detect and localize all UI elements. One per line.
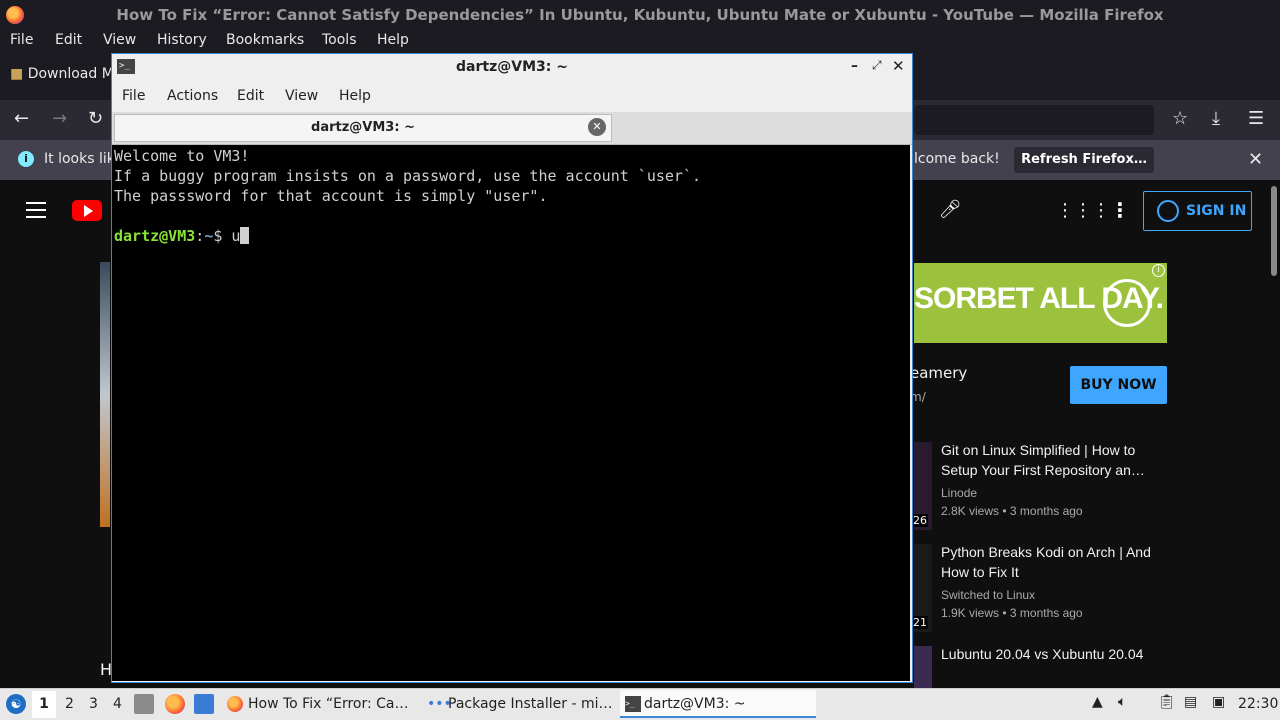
terminal-line: Welcome to VM3! — [114, 147, 250, 165]
rec-title[interactable]: Python Breaks Kodi on Arch | And How to … — [941, 542, 1151, 582]
refresh-firefox-button[interactable]: Refresh Firefox… — [1014, 147, 1154, 173]
updates-icon[interactable]: ▣ — [1212, 694, 1225, 710]
menu-file[interactable]: File — [10, 32, 33, 48]
start-menu-icon[interactable]: ☯ — [6, 694, 26, 714]
rec-channel[interactable]: Switched to Linux — [941, 588, 1035, 602]
ad-info-icon[interactable]: i — [1152, 264, 1165, 277]
term-menu-view[interactable]: View — [285, 88, 318, 104]
terminal-icon: >_ — [625, 696, 641, 712]
workspace-3[interactable]: 3 — [89, 696, 98, 712]
infobar-text: It looks lik — [44, 151, 115, 167]
task-label: dartz@VM3: ~ — [644, 696, 746, 712]
menu-bookmarks[interactable]: Bookmarks — [226, 32, 304, 48]
workspace-4[interactable]: 4 — [113, 696, 122, 712]
reload-icon[interactable]: ↻ — [88, 108, 103, 129]
package-icon: ■ — [10, 66, 24, 82]
bookmark-download-label: Download M — [27, 66, 114, 82]
terminal-title[interactable]: dartz@VM3: ~ — [112, 54, 912, 82]
term-menu-file[interactable]: File — [122, 88, 145, 104]
url-bar[interactable] — [914, 105, 1154, 135]
back-arrow-icon[interactable]: ← — [14, 108, 29, 129]
firefox-icon — [227, 696, 243, 712]
rec-thumbnail[interactable] — [914, 646, 932, 688]
workspace-1[interactable]: 1 — [32, 691, 56, 718]
term-menu-help[interactable]: Help — [339, 88, 371, 104]
text-cursor — [240, 227, 250, 244]
firefox-logo-icon — [6, 6, 24, 24]
rec-title[interactable]: Git on Linux Simplified | How to Setup Y… — [941, 440, 1151, 480]
rec-duration: 21 — [912, 616, 928, 629]
term-menu-edit[interactable]: Edit — [237, 88, 264, 104]
terminal-line: If a buggy program insists on a password… — [114, 167, 701, 185]
buy-now-button[interactable]: BUY NOW — [1070, 366, 1167, 404]
prompt-symbol: $ — [213, 227, 232, 245]
rec-duration: 26 — [912, 514, 928, 527]
scrollbar-thumb[interactable] — [1271, 186, 1277, 276]
firefox-launcher-icon[interactable] — [165, 694, 185, 714]
apps-grid-icon[interactable]: ⋮⋮⋮ — [1056, 200, 1110, 221]
volume-icon[interactable]: 🔈︎ — [1118, 694, 1126, 710]
guide-menu-icon[interactable] — [26, 202, 46, 218]
clock[interactable]: 22:30 — [1238, 696, 1278, 712]
tray-arrow-icon[interactable]: ▲ — [1092, 694, 1103, 710]
bookmark-download[interactable]: ■ Download M — [10, 66, 114, 82]
forward-arrow-icon[interactable]: → — [52, 108, 67, 129]
info-icon: i — [18, 151, 34, 167]
close-infobar-icon[interactable]: ✕ — [1248, 149, 1263, 170]
file-manager-icon[interactable] — [134, 694, 154, 714]
task-label: How To Fix “Error: Ca… — [248, 696, 409, 712]
downloads-icon[interactable]: ⤓ — [1212, 108, 1220, 129]
rec-meta: 2.8K views • 3 months ago — [941, 504, 1083, 518]
menu-help[interactable]: Help — [377, 32, 409, 48]
account-icon — [1157, 200, 1179, 222]
youtube-play-icon — [84, 205, 93, 217]
terminal-output[interactable] — [112, 145, 910, 681]
menu-view[interactable]: View — [103, 32, 136, 48]
desktop-icon[interactable] — [194, 694, 214, 714]
rec-channel[interactable]: Linode — [941, 486, 977, 500]
ad-title[interactable]: eamery — [910, 364, 967, 382]
rec-title[interactable]: Lubuntu 20.04 vs Xubuntu 20.04 — [941, 644, 1151, 664]
terminal-icon: >_ — [117, 59, 135, 74]
package-installer-icon: ••• — [427, 696, 452, 712]
prompt-separator: : — [195, 227, 205, 245]
bookmark-star-icon[interactable]: ☆ — [1172, 108, 1188, 129]
infobar-text-right: lcome back! — [914, 151, 1000, 167]
close-icon[interactable]: ✕ — [892, 57, 905, 75]
menu-edit[interactable]: Edit — [55, 32, 82, 48]
workspace-2[interactable]: 2 — [65, 696, 74, 712]
terminal-line: The passsword for that account is simply… — [114, 187, 548, 205]
task-label: Package Installer - mi… — [448, 696, 613, 712]
tab-close-icon[interactable]: ✕ — [588, 118, 606, 136]
microphone-icon[interactable]: 🎤︎ — [938, 196, 962, 224]
hamburger-menu-icon[interactable]: ☰ — [1248, 108, 1264, 129]
maximize-icon[interactable]: ⤢ — [872, 58, 882, 73]
clipboard-icon[interactable]: 📋︎ — [1158, 694, 1176, 710]
ad-brand-badge-icon — [1103, 279, 1151, 327]
typed-input: u — [231, 227, 241, 245]
more-options-icon[interactable]: ⋮ — [1110, 198, 1130, 222]
firefox-window-title: How To Fix “Error: Cannot Satisfy Depend… — [0, 0, 1280, 30]
prompt-path: ~ — [204, 227, 214, 245]
prompt-user: dartz@VM3 — [114, 227, 196, 245]
network-icon[interactable]: ▤ — [1184, 694, 1197, 710]
task-firefox[interactable]: How To Fix “Error: Ca… — [224, 690, 409, 718]
terminal-menubar: File Actions Edit View Help — [112, 82, 912, 112]
terminal-prompt-line[interactable]: dartz@VM3:~$ u — [114, 227, 250, 245]
video-player-edge[interactable] — [100, 262, 110, 527]
firefox-menubar: File Edit View History Bookmarks Tools H… — [0, 30, 1280, 52]
rec-meta: 1.9K views • 3 months ago — [941, 606, 1083, 620]
terminal-tab[interactable]: dartz@VM3: ~ — [114, 114, 612, 142]
task-terminal[interactable]: dartz@VM3: ~ — [620, 690, 816, 718]
menu-history[interactable]: History — [157, 32, 207, 48]
task-package-installer[interactable]: Package Installer - mi… — [424, 690, 612, 718]
term-menu-actions[interactable]: Actions — [167, 88, 218, 104]
minimize-icon[interactable]: – — [851, 58, 858, 74]
menu-tools[interactable]: Tools — [322, 32, 357, 48]
